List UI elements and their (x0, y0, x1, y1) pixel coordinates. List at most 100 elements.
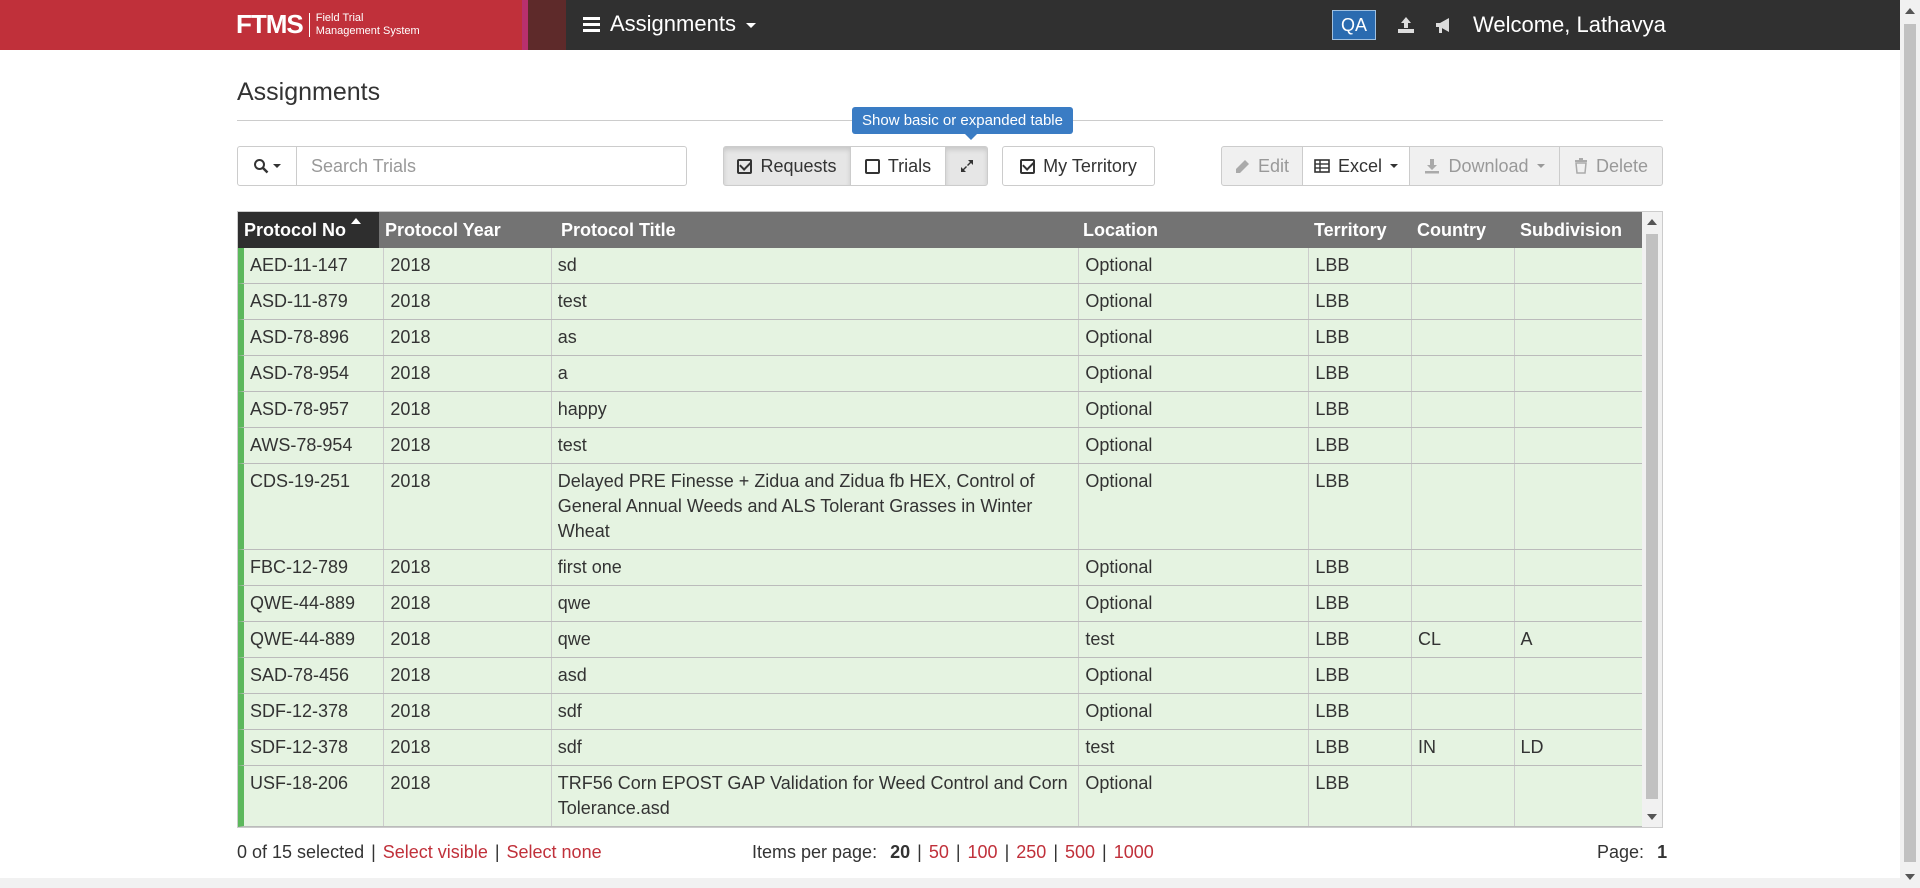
select-visible-link[interactable]: Select visible (383, 842, 488, 862)
cell-protocol-title: TRF56 Corn EPOST GAP Validation for Weed… (552, 766, 1080, 826)
cell-territory: LBB (1309, 550, 1412, 585)
cell-protocol-no: SDF-12-378 (244, 694, 385, 729)
cell-protocol-year: 2018 (384, 766, 552, 826)
excel-label: Excel (1337, 155, 1382, 176)
assignments-menu-dropdown[interactable]: Assignments (583, 11, 756, 37)
menu-icon (583, 16, 600, 32)
cell-location: test (1079, 730, 1310, 765)
cell-protocol-no: QWE-44-889 (244, 622, 385, 657)
select-none-link[interactable]: Select none (507, 842, 602, 862)
cell-protocol-year: 2018 (384, 392, 552, 427)
cell-subdivision (1515, 550, 1642, 585)
column-header-subdivision[interactable]: Subdivision (1514, 212, 1642, 248)
chevron-down-icon (745, 23, 756, 28)
requests-toggle[interactable]: Requests (723, 146, 851, 186)
page-size-option[interactable]: 1000 (1114, 842, 1154, 862)
cell-protocol-no: ASD-78-957 (244, 392, 385, 427)
cell-subdivision (1515, 320, 1642, 355)
cell-location: Optional (1079, 356, 1310, 391)
table-row[interactable]: SDF-12-378 2018 sdf Optional LBB (238, 694, 1642, 730)
upload-icon[interactable] (1395, 14, 1417, 36)
cell-protocol-title: sdf (552, 730, 1080, 765)
checkbox-checked-icon (737, 158, 753, 174)
page-scrollbar[interactable] (1900, 0, 1920, 888)
my-territory-toggle[interactable]: My Territory (1002, 146, 1155, 186)
cell-subdivision (1515, 586, 1642, 621)
cell-location: Optional (1079, 464, 1310, 549)
page-size-option[interactable]: 100 (968, 842, 998, 862)
column-header-location[interactable]: Location (1077, 212, 1308, 248)
cell-protocol-no: SAD-78-456 (244, 658, 385, 693)
top-navbar: FTMS Field Trial Management System Assig… (0, 0, 1900, 50)
cell-territory: LBB (1309, 622, 1412, 657)
expand-table-button[interactable] (945, 146, 988, 186)
cell-territory: LBB (1309, 284, 1412, 319)
separator: | (1004, 842, 1010, 862)
table-row[interactable]: AWS-78-954 2018 test Optional LBB (238, 428, 1642, 464)
current-page[interactable]: 1 (1657, 842, 1667, 862)
cell-protocol-year: 2018 (384, 356, 552, 391)
column-header-territory[interactable]: Territory (1308, 212, 1411, 248)
page-scrollbar-thumb[interactable] (1904, 24, 1916, 862)
cell-protocol-title: Delayed PRE Finesse + Zidua and Zidua fb… (552, 464, 1080, 549)
search-trials-input[interactable] (297, 147, 686, 185)
page-size-option[interactable]: 500 (1065, 842, 1095, 862)
table-body: AED-11-147 2018 sd Optional LBB ASD-11-879 201… (238, 248, 1642, 827)
cell-protocol-year: 2018 (384, 248, 552, 283)
table-row[interactable]: QWE-44-889 2018 qwe Optional LBB (238, 586, 1642, 622)
cell-protocol-title: test (552, 284, 1080, 319)
table-row[interactable]: FBC-12-789 2018 first one Optional LBB (238, 550, 1642, 586)
column-header-protocol-title[interactable]: Protocol Title (547, 212, 1077, 248)
cell-country (1412, 694, 1515, 729)
separator: | (955, 842, 961, 862)
cell-protocol-no: QWE-44-889 (244, 586, 385, 621)
cell-protocol-title: as (552, 320, 1080, 355)
cell-subdivision: LD (1520, 737, 1544, 757)
table-row[interactable]: CDS-19-251 2018 Delayed PRE Finesse + Zidu… (238, 464, 1642, 550)
search-icon (254, 159, 269, 174)
download-dropdown-button[interactable]: Download (1409, 146, 1560, 186)
column-header-protocol-no[interactable]: Protocol No (238, 212, 379, 248)
excel-dropdown-button[interactable]: Excel (1302, 146, 1410, 186)
table-row[interactable]: USF-18-206 2018 TRF56 Corn EPOST GAP Valid… (238, 766, 1642, 827)
table-row[interactable]: ASD-11-879 2018 test Optional LBB (238, 284, 1642, 320)
welcome-user[interactable]: Welcome, Lathavya (1473, 12, 1666, 38)
table-row[interactable]: AED-11-147 2018 sd Optional LBB (238, 248, 1642, 284)
column-header-protocol-year[interactable]: Protocol Year (379, 212, 547, 248)
download-icon (1425, 159, 1440, 174)
pagination: Page: 1 (1597, 842, 1667, 863)
expand-icon (960, 160, 973, 172)
cell-subdivision (1515, 392, 1642, 427)
table-row[interactable]: ASD-78-957 2018 happy Optional LBB (238, 392, 1642, 428)
table-row[interactable]: ASD-78-896 2018 as Optional LBB (238, 320, 1642, 356)
table-row[interactable]: SAD-78-456 2018 asd Optional LBB (238, 658, 1642, 694)
ftms-logo[interactable]: FTMS Field Trial Management System (236, 9, 420, 40)
my-territory-label: My Territory (1043, 155, 1137, 176)
scroll-down-icon[interactable] (1905, 874, 1915, 880)
separator: | (371, 842, 376, 862)
page-size-option[interactable]: 250 (1016, 842, 1046, 862)
cell-protocol-no: AED-11-147 (244, 248, 385, 283)
logo-divider (308, 12, 310, 37)
cell-location: Optional (1079, 694, 1310, 729)
table-scrollbar[interactable] (1642, 212, 1662, 827)
scroll-down-icon[interactable] (1647, 814, 1657, 820)
page-size-option[interactable]: 50 (929, 842, 949, 862)
search-options-button[interactable] (238, 147, 297, 185)
table-row[interactable]: QWE-44-889 2018 qwe test LBB CL A (238, 622, 1642, 658)
table-row[interactable]: SDF-12-378 2018 sdf test LBB IN LD (238, 730, 1642, 766)
cell-territory: LBB (1309, 658, 1412, 693)
scroll-up-icon[interactable] (1647, 219, 1657, 225)
scroll-up-icon[interactable] (1905, 8, 1915, 14)
assignments-table: Protocol No Protocol Year Protocol Title… (237, 211, 1663, 828)
page-size-option[interactable]: 20 (890, 842, 910, 862)
column-header-country[interactable]: Country (1411, 212, 1514, 248)
table-scrollbar-thumb[interactable] (1646, 234, 1658, 799)
trials-toggle[interactable]: Trials (850, 146, 946, 186)
cell-location: Optional (1079, 392, 1310, 427)
bullhorn-icon[interactable] (1433, 14, 1455, 36)
table-row[interactable]: ASD-78-954 2018 a Optional LBB (238, 356, 1642, 392)
delete-label: Delete (1595, 155, 1649, 176)
edit-button[interactable]: Edit (1221, 146, 1303, 186)
delete-button[interactable]: Delete (1559, 146, 1663, 186)
